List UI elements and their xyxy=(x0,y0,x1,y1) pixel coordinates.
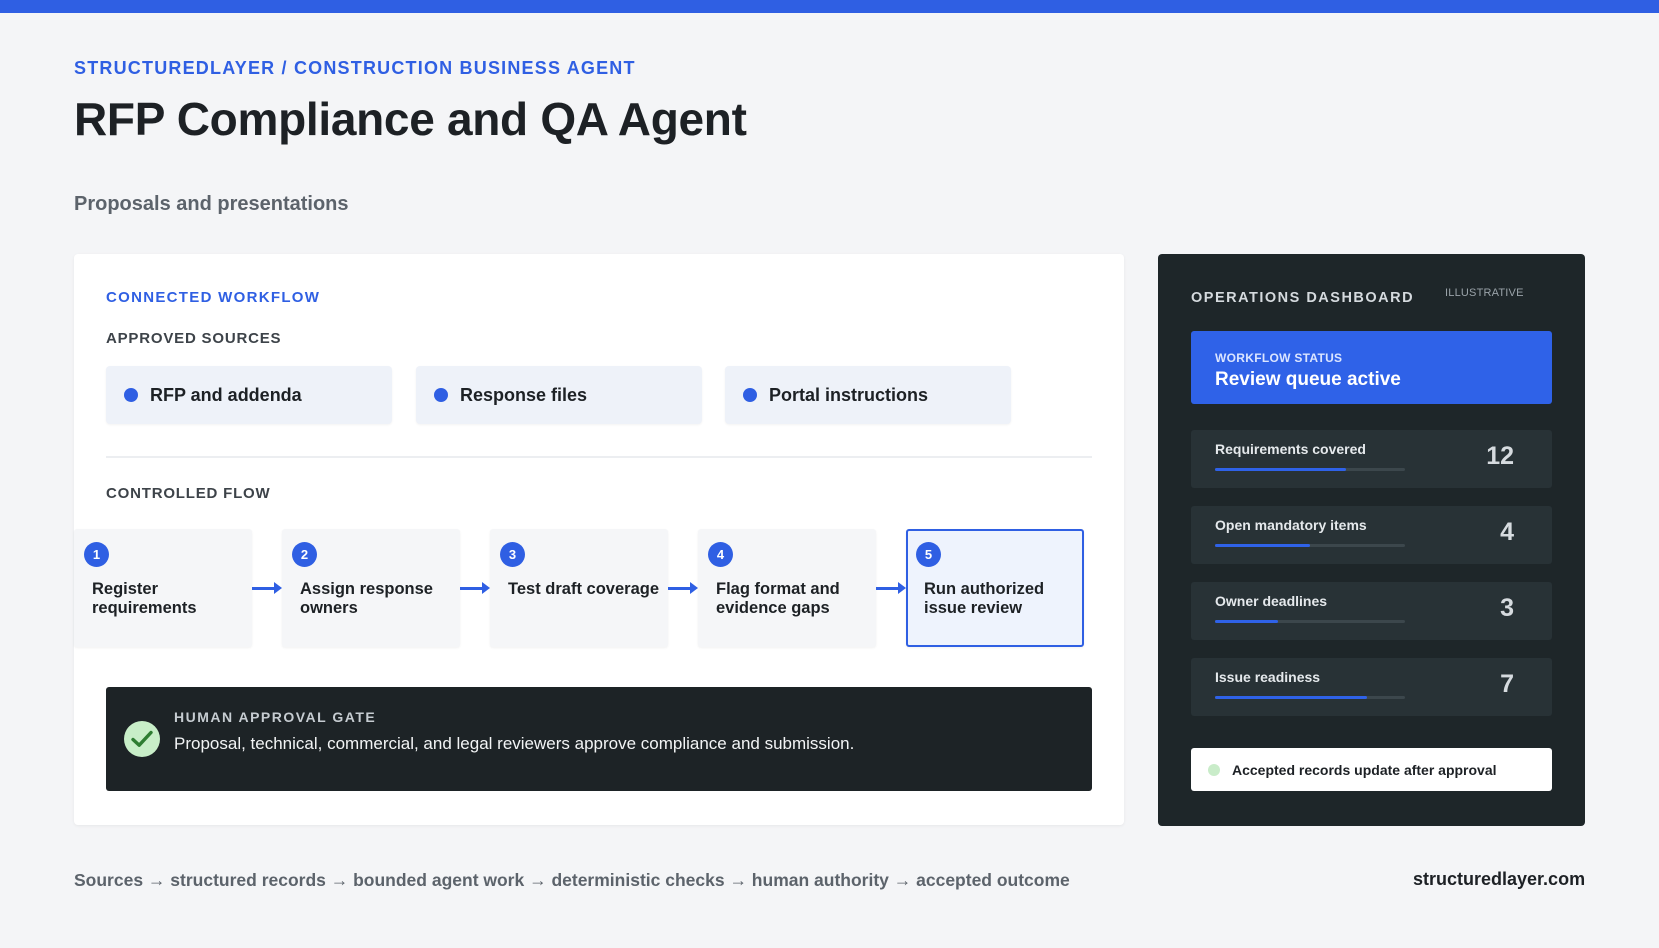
operations-dashboard: OPERATIONS DASHBOARD ILLUSTRATIVE WORKFL… xyxy=(1158,254,1585,826)
source-chip-rfp[interactable]: RFP and addenda xyxy=(106,366,392,424)
workflow-card: CONNECTED WORKFLOW APPROVED SOURCES RFP … xyxy=(74,254,1124,825)
source-label: RFP and addenda xyxy=(150,384,302,405)
source-dot-icon xyxy=(743,388,757,402)
metric-progress-bar xyxy=(1215,620,1405,623)
controlled-flow-label: CONTROLLED FLOW xyxy=(106,485,271,502)
metric-owner-deadlines[interactable]: Owner deadlines 3 xyxy=(1191,582,1552,640)
arrow-right-icon xyxy=(668,582,698,594)
approved-sources-label: APPROVED SOURCES xyxy=(106,330,282,347)
process-summary: Sources → structured records → bounded a… xyxy=(74,870,1070,890)
workflow-status-card[interactable]: WORKFLOW STATUS Review queue active xyxy=(1191,331,1552,404)
metric-value: 12 xyxy=(1486,442,1514,470)
step-label: Assign response owners xyxy=(300,580,433,617)
metric-label: Owner deadlines xyxy=(1215,593,1328,609)
metric-progress-bar xyxy=(1215,544,1405,547)
metric-progress-bar xyxy=(1215,696,1405,699)
human-approval-gate: HUMAN APPROVAL GATE Proposal, technical,… xyxy=(106,687,1092,791)
status-dot-icon xyxy=(1208,763,1220,776)
breadcrumb[interactable]: STRUCTUREDLAYER / CONSTRUCTION BUSINESS … xyxy=(74,58,636,79)
section-divider xyxy=(106,456,1092,458)
source-label: Portal instructions xyxy=(769,384,929,405)
metric-value: 4 xyxy=(1500,518,1514,546)
source-chip-portal-instructions[interactable]: Portal instructions xyxy=(725,366,1011,424)
metric-issue-readiness[interactable]: Issue readiness 7 xyxy=(1191,658,1552,716)
check-circle-icon xyxy=(124,721,160,757)
source-dot-icon xyxy=(124,388,138,402)
footer-note-text: Accepted records update after approval xyxy=(1232,761,1497,778)
step-number-badge: 3 xyxy=(500,542,525,567)
metric-progress-bar xyxy=(1215,468,1405,471)
arrow-right-icon xyxy=(252,582,282,594)
source-label: Response files xyxy=(460,384,588,405)
arrow-right-icon xyxy=(460,582,490,594)
top-accent-bar xyxy=(0,0,1659,13)
metric-progress-fill xyxy=(1215,696,1367,699)
page-subtitle: Proposals and presentations xyxy=(74,193,349,215)
page-title: RFP Compliance and QA Agent xyxy=(74,93,747,145)
metric-requirements-covered[interactable]: Requirements covered 12 xyxy=(1191,430,1552,488)
step-number-badge: 2 xyxy=(292,542,317,567)
gate-title: HUMAN APPROVAL GATE xyxy=(174,709,377,725)
step-number-badge: 5 xyxy=(916,542,941,567)
illustrative-tag: ILLUSTRATIVE xyxy=(1445,287,1524,299)
step-label: Flag format and evidence gaps xyxy=(716,580,840,617)
arrow-right-icon xyxy=(876,582,906,594)
step-number-badge: 1 xyxy=(84,542,109,567)
flow-step-3[interactable]: 3 Test draft coverage xyxy=(490,529,668,647)
flow-step-2[interactable]: 2 Assign response owners xyxy=(282,529,460,647)
source-dot-icon xyxy=(434,388,448,402)
connected-workflow-label: CONNECTED WORKFLOW xyxy=(106,289,321,306)
metric-label: Open mandatory items xyxy=(1215,517,1367,533)
gate-text: Proposal, technical, commercial, and leg… xyxy=(174,734,855,753)
metric-progress-fill xyxy=(1215,544,1310,547)
step-number-badge: 4 xyxy=(708,542,733,567)
metric-label: Issue readiness xyxy=(1215,669,1321,685)
status-label: WORKFLOW STATUS xyxy=(1215,351,1343,365)
status-value: Review queue active xyxy=(1215,369,1401,390)
step-label: Run authorized issue review xyxy=(924,580,1045,617)
site-link[interactable]: structuredlayer.com xyxy=(1413,869,1585,890)
step-label: Register requirements xyxy=(92,580,197,617)
flow-step-5[interactable]: 5 Run authorized issue review xyxy=(906,529,1084,647)
dashboard-footer-note: Accepted records update after approval xyxy=(1191,748,1552,791)
metric-value: 7 xyxy=(1500,670,1514,698)
flow-step-1[interactable]: 1 Register requirements xyxy=(74,529,252,647)
metric-progress-fill xyxy=(1215,620,1278,623)
metric-open-mandatory-items[interactable]: Open mandatory items 4 xyxy=(1191,506,1552,564)
metric-progress-fill xyxy=(1215,468,1347,471)
metric-value: 3 xyxy=(1500,594,1514,622)
metric-label: Requirements covered xyxy=(1215,441,1366,457)
step-label: Test draft coverage xyxy=(508,580,659,598)
dashboard-title: OPERATIONS DASHBOARD xyxy=(1191,290,1415,306)
flow-step-4[interactable]: 4 Flag format and evidence gaps xyxy=(698,529,876,647)
source-chip-response-files[interactable]: Response files xyxy=(416,366,702,424)
